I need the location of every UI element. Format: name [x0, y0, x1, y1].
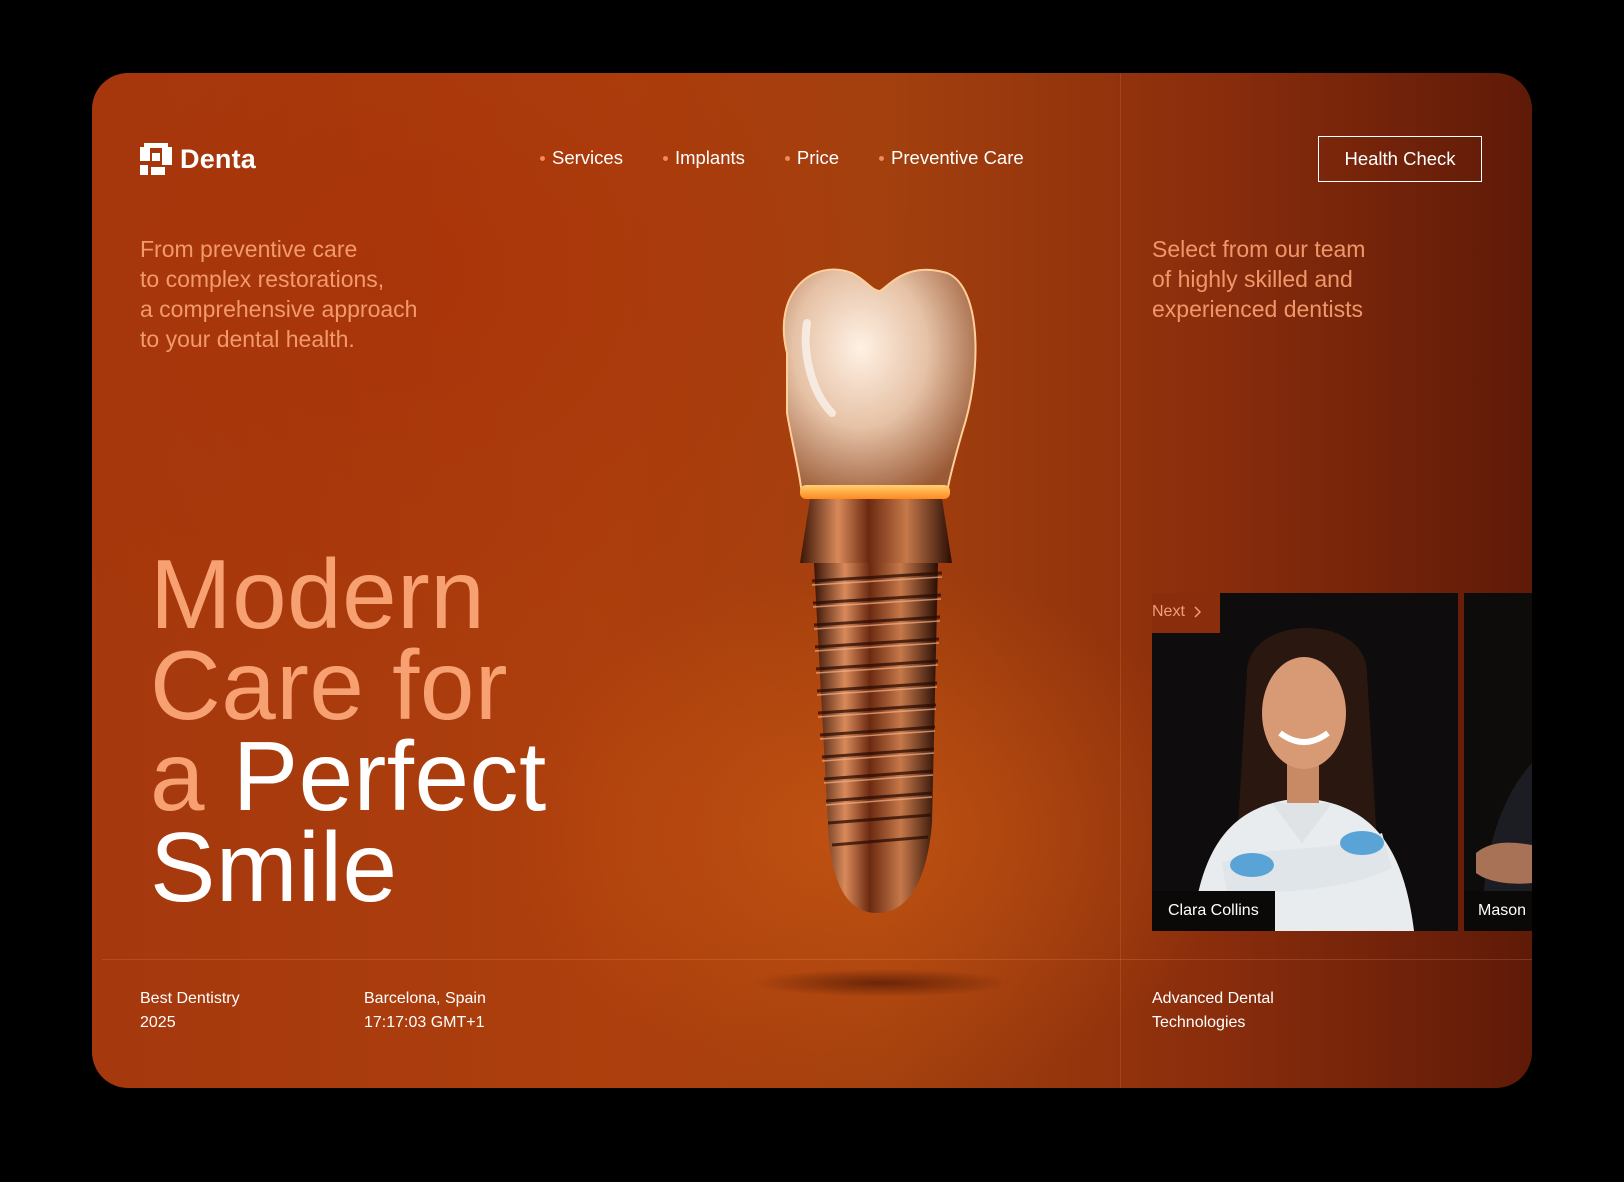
brand-name: Denta [180, 143, 257, 174]
intro-line: to your dental health. [140, 326, 355, 352]
main-nav: Services Implants Price Preventive Care [540, 147, 1064, 169]
dental-implant-illustration [752, 268, 1002, 997]
bullet-dot-icon [662, 155, 668, 161]
footer-line: 2025 [140, 1014, 176, 1031]
chevron-right-icon [1194, 606, 1201, 618]
nav-item-services[interactable]: Services [540, 147, 623, 169]
nav-item-implants[interactable]: Implants [662, 147, 745, 169]
next-dentist-button[interactable]: Next [1152, 603, 1201, 621]
headline-line-4: Smile [150, 812, 398, 922]
footer-line: Advanced Dental [1152, 990, 1274, 1007]
dentist-name-label: Mason [1464, 891, 1532, 931]
intro-line: Select from our team [1152, 236, 1366, 262]
footer-line: Barcelona, Spain [364, 990, 486, 1007]
dentist-card-clara-collins[interactable]: Clara Collins [1152, 593, 1458, 931]
dentist-name-label: Clara Collins [1152, 891, 1275, 931]
hero-headline: Modern Care for a Perfect Smile [150, 539, 547, 922]
intro-line: of highly skilled and [1152, 266, 1353, 292]
footer-tagline: Advanced Dental Technologies [1152, 987, 1274, 1035]
dentist-portrait-image [1464, 593, 1532, 931]
denta-logo-icon [140, 143, 172, 175]
nav-item-preventive-care[interactable]: Preventive Care [879, 147, 1024, 169]
bullet-dot-icon [879, 155, 885, 161]
dentist-portrait-image [1152, 593, 1458, 931]
intro-text-right: Select from our team of highly skilled a… [1152, 234, 1412, 324]
hero-card: Denta Services Implants Price Preventive… [92, 73, 1532, 1088]
next-label: Next [1152, 603, 1185, 620]
footer-award: Best Dentistry 2025 [140, 987, 240, 1035]
footer-line: Best Dentistry [140, 990, 240, 1007]
brand-logo[interactable]: Denta [140, 143, 256, 175]
intro-line: experienced dentists [1152, 296, 1363, 322]
nav-item-price[interactable]: Price [784, 147, 840, 169]
footer-line: Technologies [1152, 1014, 1246, 1031]
nav-label: Services [552, 147, 623, 168]
footer-location: Barcelona, Spain 17:17:03 GMT+1 [364, 987, 486, 1035]
nav-label: Implants [674, 147, 745, 168]
intro-line: From preventive care [140, 236, 358, 262]
bullet-dot-icon [784, 155, 790, 161]
intro-line: a comprehensive approach [140, 296, 418, 322]
dentist-card-mason[interactable]: Mason [1464, 593, 1532, 931]
health-check-button[interactable]: Health Check [1318, 136, 1482, 182]
headline-line-2: Care for [150, 630, 509, 740]
headline-line-1: Modern [150, 539, 486, 649]
footer-clock: 17:17:03 GMT+1 [364, 1014, 485, 1031]
vertical-divider [1120, 73, 1121, 1088]
nav-label: Preventive Care [891, 147, 1024, 168]
bullet-dot-icon [540, 155, 545, 161]
intro-text-left: From preventive care to complex restorat… [140, 234, 480, 354]
intro-line: to complex restorations, [140, 266, 385, 292]
nav-label: Price [796, 147, 840, 168]
